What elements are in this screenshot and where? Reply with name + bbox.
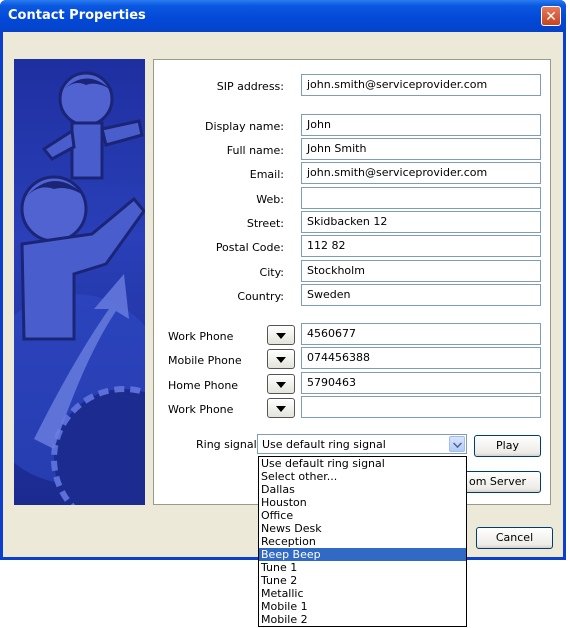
phone-number-field[interactable] <box>301 396 541 418</box>
chevron-down-icon <box>276 333 286 339</box>
full-name-field[interactable]: John Smith <box>301 138 541 160</box>
display-name-field[interactable]: John <box>301 114 541 136</box>
dropdown-item[interactable]: Select other... <box>259 470 466 483</box>
display-name-label: Display name: <box>205 120 284 133</box>
postal-code-label: Postal Code: <box>215 241 284 254</box>
postal-code-field[interactable]: 112 82 <box>301 235 541 257</box>
phone-type-label: Home Phone <box>168 379 239 392</box>
country-label: Country: <box>237 290 284 303</box>
ring-signal-label: Ring signal: <box>196 438 261 451</box>
email-label: Email: <box>249 168 284 181</box>
dropdown-item[interactable]: Office <box>259 509 466 522</box>
city-label: City: <box>259 266 284 279</box>
street-field[interactable]: Skidbacken 12 <box>301 211 541 233</box>
phone-type-dropdown-button[interactable] <box>267 374 295 394</box>
dropdown-item[interactable]: Tune 1 <box>259 561 466 574</box>
window-title: Contact Properties <box>8 8 146 23</box>
contact-illustration <box>14 59 145 505</box>
cancel-button[interactable]: Cancel <box>476 527 553 549</box>
web-label: Web: <box>256 193 284 206</box>
web-field[interactable] <box>301 187 541 209</box>
dropdown-item[interactable]: Mobile 2 <box>259 613 466 626</box>
chevron-down-icon <box>276 382 286 388</box>
dropdown-item[interactable]: Houston <box>259 496 466 509</box>
phone-type-dropdown-button[interactable] <box>267 349 295 369</box>
dropdown-item[interactable]: Dallas <box>259 483 466 496</box>
close-icon: ✕ <box>545 9 557 25</box>
chevron-down-icon <box>453 439 462 448</box>
dropdown-item[interactable]: Metallic <box>259 587 466 600</box>
ring-signal-value: Use default ring signal <box>262 438 386 451</box>
phone-type-label: Mobile Phone <box>168 354 242 367</box>
phone-number-field[interactable]: 5790463 <box>301 372 541 394</box>
ring-signal-dropdown-button[interactable] <box>449 436 465 452</box>
email-field[interactable]: john.smith@serviceprovider.com <box>301 162 541 184</box>
dropdown-item[interactable]: Reception <box>259 535 466 548</box>
sip-address-field[interactable]: john.smith@serviceprovider.com <box>301 74 541 96</box>
properties-panel: SIP address: john.smith@serviceprovider.… <box>153 59 551 505</box>
dropdown-item[interactable]: Tune 2 <box>259 574 466 587</box>
sip-address-label: SIP address: <box>216 80 284 93</box>
ring-signal-dropdown-list[interactable]: Use default ring signal Select other... … <box>258 456 467 627</box>
title-bar[interactable]: Contact Properties ✕ <box>0 0 566 32</box>
dropdown-item-selected[interactable]: Beep Beep <box>259 548 466 561</box>
ring-signal-select[interactable]: Use default ring signal <box>257 434 467 454</box>
dropdown-item[interactable]: Mobile 1 <box>259 600 466 613</box>
phone-type-label: Work Phone <box>168 330 234 343</box>
full-name-label: Full name: <box>226 144 284 157</box>
play-button[interactable]: Play <box>474 435 541 457</box>
dropdown-item[interactable]: Use default ring signal <box>259 457 466 470</box>
chevron-down-icon <box>276 406 286 412</box>
phone-number-field[interactable]: 074456388 <box>301 347 541 369</box>
people-illustration-icon <box>14 71 145 505</box>
close-button[interactable]: ✕ <box>541 6 561 26</box>
street-label: Street: <box>246 217 284 230</box>
phone-type-label: Work Phone <box>168 403 234 416</box>
city-field[interactable]: Stockholm <box>301 260 541 282</box>
phone-type-dropdown-button[interactable] <box>267 398 295 418</box>
chevron-down-icon <box>276 357 286 363</box>
phone-number-field[interactable]: 4560677 <box>301 323 541 345</box>
dropdown-item[interactable]: News Desk <box>259 522 466 535</box>
country-field[interactable]: Sweden <box>301 284 541 306</box>
phone-type-dropdown-button[interactable] <box>267 325 295 345</box>
